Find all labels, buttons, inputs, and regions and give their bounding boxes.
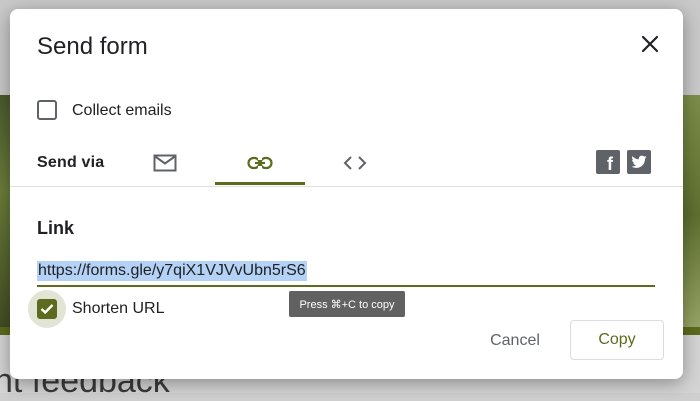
collect-emails-label: Collect emails (72, 102, 172, 119)
close-button[interactable] (635, 29, 665, 59)
mail-icon (153, 154, 177, 172)
cancel-button[interactable]: Cancel (475, 327, 555, 355)
checkmark-icon (40, 304, 54, 315)
copy-button[interactable]: Copy (570, 320, 664, 360)
form-url-field[interactable]: https://forms.gle/y7qiX1VJVvUbn5rS6 (37, 261, 655, 287)
form-url-text: https://forms.gle/y7qiX1VJVvUbn5rS6 (37, 261, 307, 281)
tab-divider (10, 186, 683, 187)
twitter-share-button[interactable] (627, 150, 651, 174)
tab-email[interactable] (130, 141, 200, 185)
shorten-url-label: Shorten URL (72, 300, 165, 317)
selected-tab-indicator (215, 182, 305, 185)
twitter-icon (631, 155, 647, 168)
close-icon (641, 35, 659, 53)
send-form-dialog: Send form Collect emails Send via f Link… (10, 9, 683, 379)
link-section-heading: Link (37, 218, 75, 238)
link-icon (247, 156, 273, 170)
code-icon (343, 156, 367, 170)
send-via-label: Send via (37, 154, 105, 171)
collect-emails-checkbox[interactable] (37, 100, 57, 120)
tab-embed[interactable] (320, 141, 390, 185)
tab-link[interactable] (215, 141, 305, 185)
dialog-title: Send form (37, 33, 148, 60)
facebook-icon: f (607, 153, 613, 174)
background-photo (682, 95, 700, 335)
facebook-share-button[interactable]: f (596, 150, 620, 174)
shorten-url-checkbox[interactable] (37, 299, 57, 319)
copy-shortcut-tooltip: Press ⌘+C to copy (289, 291, 405, 317)
